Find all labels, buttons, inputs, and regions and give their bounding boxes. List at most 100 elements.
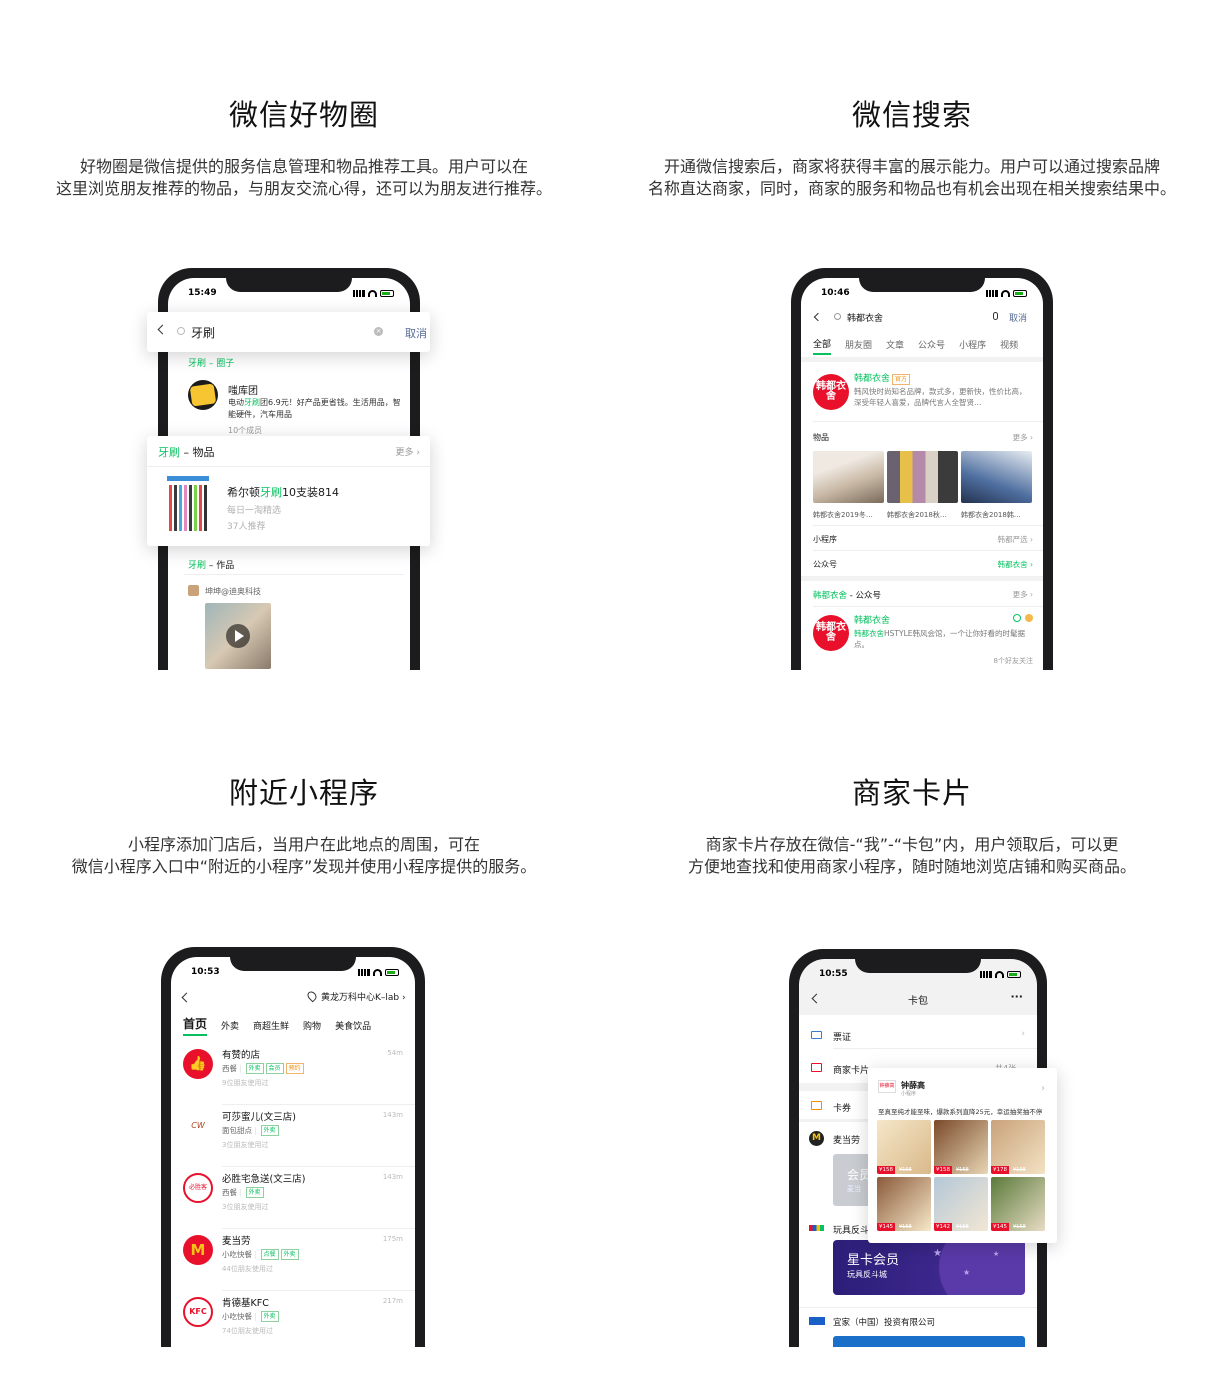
row-coupons[interactable]: 卡券 xyxy=(833,1101,851,1114)
store-meta: 小吃快餐 | 外卖 xyxy=(222,1311,279,1322)
more-link[interactable]: 更多 › xyxy=(396,445,420,458)
group-members: 10个成员 xyxy=(228,426,263,435)
cancel-button[interactable]: 取消 xyxy=(1009,311,1027,324)
ticket-icon xyxy=(811,1031,822,1039)
phone-notch xyxy=(859,268,985,292)
mcdonalds-label[interactable]: 麦当劳 xyxy=(833,1133,860,1146)
toys-label[interactable]: 玩具反斗 xyxy=(833,1223,869,1236)
account-avatar[interactable]: 韩都衣舍 xyxy=(813,615,849,651)
video-thumbnail[interactable] xyxy=(205,603,271,669)
play-icon[interactable] xyxy=(226,624,250,648)
microphone-icon[interactable] xyxy=(993,312,998,320)
store-list-item[interactable]: 👍 有赞的店 54m 西餐 | 外卖 会员 预约 9位朋友使用过 xyxy=(171,1043,415,1105)
product-tile[interactable]: ¥145 ¥168 xyxy=(877,1177,931,1231)
battery-icon xyxy=(1013,289,1027,297)
tab-home[interactable]: 首页 xyxy=(183,1015,208,1036)
accounts-more-link[interactable]: 更多 › xyxy=(1013,589,1033,600)
miniapp-link[interactable]: 韩都严选 › xyxy=(998,534,1033,545)
search-icon xyxy=(834,313,841,320)
product-tile[interactable]: ¥145 ¥168 xyxy=(991,1177,1045,1231)
store-list-item[interactable]: KFC 肯德基KFC 217m 小吃快餐 | 外卖 74位朋友使用过 xyxy=(171,1291,415,1347)
ikea-label[interactable]: 宜家（中国）投资有限公司 xyxy=(833,1316,935,1328)
store-list: 👍 有赞的店 54m 西餐 | 外卖 会员 预约 9位朋友使用过 CW 可莎蜜儿(文三店) 143… xyxy=(171,1043,415,1347)
store-list-item[interactable]: CW 可莎蜜儿(文三店) 143m 面包甜点 | 外卖 3位朋友使用过 xyxy=(171,1105,415,1167)
store-name: 有赞的店 xyxy=(222,1050,261,1061)
store-friend-usage: 9位朋友使用过 xyxy=(222,1079,269,1087)
tab-articles[interactable]: 文章 xyxy=(886,338,904,354)
group-description: 电动牙刷团6.9元！好产品更省钱。生活用品，智能硬件，汽车用品 xyxy=(228,398,401,419)
category-tabs: 首页 外卖 商超生鲜 购物 美食饮品 xyxy=(183,1015,371,1036)
tab-moments[interactable]: 朋友圈 xyxy=(845,338,872,354)
location-pin-icon xyxy=(305,989,319,1003)
store-list-item[interactable]: 必胜客 必胜宅急送(文三店) 143m 西餐 | 外卖 3位朋友使用过 xyxy=(171,1167,415,1229)
tab-all[interactable]: 全部 xyxy=(813,337,832,355)
account-link[interactable]: 韩都衣舍 › xyxy=(998,559,1033,570)
store-icon xyxy=(811,1063,822,1072)
goods-image-2[interactable] xyxy=(887,451,958,503)
account-name[interactable]: 韩都衣舍 xyxy=(854,613,890,626)
row-tickets[interactable]: 票证 xyxy=(833,1030,851,1043)
store-list-item[interactable]: M 麦当劳 175m 小吃快餐 | 点餐 外卖 44位朋友使用过 xyxy=(171,1229,415,1291)
product-tile[interactable]: ¥142 ¥168 xyxy=(934,1177,988,1231)
cancel-button[interactable]: 取消 xyxy=(405,325,427,341)
status-time: 10:46 xyxy=(821,288,850,298)
store-friend-usage: 3位朋友使用过 xyxy=(222,1203,269,1211)
tab-takeout[interactable]: 外卖 xyxy=(221,1019,239,1032)
ikea-card[interactable] xyxy=(833,1336,1025,1347)
status-time: 10:53 xyxy=(191,967,220,977)
back-icon[interactable] xyxy=(181,992,192,1003)
tab-supermarket[interactable]: 商超生鲜 xyxy=(253,1019,289,1032)
store-tag: 外卖 xyxy=(245,1063,264,1074)
search-icon xyxy=(177,327,185,335)
product-price: ¥145 xyxy=(877,1223,895,1231)
toothbrush-product-image[interactable] xyxy=(167,476,209,536)
row-merchant-cards[interactable]: 商家卡片 xyxy=(833,1063,869,1076)
tab-shopping[interactable]: 购物 xyxy=(303,1019,321,1032)
group-name[interactable]: 嗤库团 xyxy=(228,382,258,397)
store-logo: 必胜客 xyxy=(183,1173,213,1203)
goods-image-1[interactable] xyxy=(813,451,884,503)
location-selector[interactable]: 黄龙万科中心K–lab › xyxy=(321,990,406,1003)
goods-image-3[interactable] xyxy=(961,451,1032,503)
back-icon[interactable] xyxy=(813,312,823,322)
merchant-promo: 至真至纯才能至味，爆款系列直降25元，幸运抽奖抽不停 xyxy=(878,1108,1043,1116)
goods-more-link[interactable]: 更多 › xyxy=(1013,432,1033,443)
product-tile[interactable]: ¥158 ¥168 xyxy=(934,1120,988,1174)
section-header-groups: 牙刷 – 圈子 xyxy=(188,359,235,369)
items-result-card: 牙刷 – 物品 更多 › 希尔顿牙刷10支装814 每日一淘精选 37人推荐 xyxy=(147,436,430,546)
verified-icon xyxy=(1013,614,1021,622)
feature-wechat-search: 微信搜索 开通微信搜索后，商家将获得丰富的展示能力。用户可以通过搜索品牌 名称直… xyxy=(608,92,1216,200)
back-icon[interactable] xyxy=(157,324,168,335)
item-recommend-count: 37人推荐 xyxy=(227,522,266,532)
desc-line: 小程序添加门店后，当用户在此地点的周围，可在 xyxy=(127,835,480,854)
brand-logo[interactable]: 韩都衣舍 xyxy=(813,374,849,410)
author-name[interactable]: 坤坤@迪奥科技 xyxy=(205,586,261,597)
merchant-subtitle: 小程序 xyxy=(901,1091,917,1097)
tab-miniprograms[interactable]: 小程序 xyxy=(959,338,986,354)
status-time: 15:49 xyxy=(188,288,217,298)
star-member-card[interactable]: 星卡会员 玩具反斗城 ★ ★ ★ xyxy=(833,1240,1025,1295)
account-label: 公众号 xyxy=(813,560,837,569)
product-tile[interactable]: ¥178 ¥188 xyxy=(991,1120,1045,1174)
clear-icon[interactable]: × xyxy=(374,327,383,336)
badge-icon xyxy=(1025,614,1033,622)
search-input[interactable]: 牙刷 xyxy=(191,324,215,341)
product-price: ¥158 xyxy=(877,1166,895,1174)
store-distance: 143m xyxy=(382,1173,403,1181)
product-tile[interactable]: ¥158 ¥168 xyxy=(877,1120,931,1174)
store-meta: 面包甜点 | 外卖 xyxy=(222,1125,279,1136)
goods-caption: 韩都衣舍2018韩… xyxy=(961,511,1021,519)
tab-food-drinks[interactable]: 美食饮品 xyxy=(335,1019,371,1032)
tab-videos[interactable]: 视频 xyxy=(1000,338,1018,354)
tab-official-accounts[interactable]: 公众号 xyxy=(918,338,945,354)
feature-merchant-card: 商家卡片 商家卡片存放在微信-“我”-“卡包”内，用户领取后，可以更 方便地查找… xyxy=(608,770,1216,878)
search-input[interactable]: 韩都衣舍 xyxy=(847,311,883,324)
wifi-icon xyxy=(995,970,1004,978)
store-logo: M xyxy=(183,1235,213,1265)
brand-name[interactable]: 韩都衣舍 xyxy=(854,374,890,384)
store-logo: 👍 xyxy=(183,1049,213,1079)
store-distance: 217m xyxy=(382,1297,403,1305)
item-title[interactable]: 希尔顿牙刷10支装814 xyxy=(227,484,339,500)
more-menu-icon[interactable]: ··· xyxy=(1010,990,1023,1003)
product-original-price: ¥168 xyxy=(956,1167,969,1173)
